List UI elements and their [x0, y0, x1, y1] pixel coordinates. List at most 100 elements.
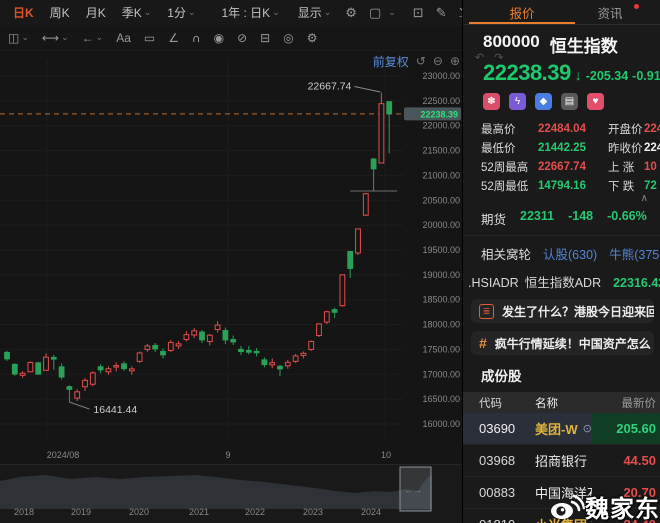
- delete-drawings-tool-icon[interactable]: ⊟: [260, 31, 270, 45]
- candlestick-chart[interactable]: 23000.0022500.0022000.0021500.0021000.00…: [0, 51, 462, 464]
- quote-body: ↶ ↷ 800000 恒生指数 22238.39 ↓ -205.34 -0.91…: [463, 25, 660, 523]
- text-tool-icon[interactable]: Aa: [116, 31, 131, 45]
- adr-code: .HSIADR: [468, 276, 519, 290]
- sticker-tool-icon[interactable]: ◉: [214, 31, 224, 45]
- measure-tool-icon[interactable]: ⟷⌄: [42, 31, 69, 45]
- table-row[interactable]: 03690 美团-W⊙ 205.60: [463, 413, 660, 445]
- stat-value-52w-high: 22667.74: [538, 161, 608, 173]
- zoom-out-icon[interactable]: ⊖: [433, 54, 443, 68]
- svg-text:22500.00: 22500.00: [422, 96, 460, 106]
- period-day-button[interactable]: 日K: [6, 4, 41, 21]
- stat-value-low: 21442.25: [538, 142, 608, 154]
- down-arrow-icon: ↓: [575, 67, 582, 83]
- collapse-chevron-icon[interactable]: ∧: [641, 193, 648, 204]
- doc-badge[interactable]: ▤: [561, 93, 578, 110]
- tag-badge[interactable]: ◆: [535, 93, 552, 110]
- tab-quote[interactable]: 报价: [469, 0, 575, 24]
- svg-text:19500.00: 19500.00: [422, 245, 460, 255]
- drawing-settings-tool-icon[interactable]: ⚙: [307, 31, 318, 45]
- bull-bear-link[interactable]: 牛熊(3753): [609, 244, 660, 263]
- topic-hash-icon: #: [479, 335, 487, 351]
- chevron-down-icon: ⌄: [144, 8, 152, 17]
- svg-text:2022: 2022: [245, 507, 265, 517]
- news-item[interactable]: # 疯牛行情延续！中国资产怎么: [471, 331, 654, 355]
- svg-text:19000.00: 19000.00: [422, 270, 460, 280]
- zoom-in-icon[interactable]: ⊕: [450, 54, 460, 68]
- svg-text:17500.00: 17500.00: [422, 344, 460, 354]
- svg-text:2024: 2024: [361, 507, 381, 517]
- svg-text:2020: 2020: [129, 507, 149, 517]
- range-period-selector[interactable]: 1年 : 日K⌄: [215, 4, 287, 21]
- line-arrow-tool-icon[interactable]: ←⌄: [82, 31, 104, 45]
- svg-text:2019: 2019: [71, 507, 91, 517]
- news-title: 疯牛行情延续！中国资产怎么: [495, 335, 651, 352]
- chart-style-tool-icon[interactable]: ◫⌄: [8, 31, 29, 45]
- stat-label: 最低价: [481, 140, 538, 156]
- svg-text:21500.00: 21500.00: [422, 145, 460, 155]
- adr-row[interactable]: .HSIADR 恒生指数ADR 22316.42: [468, 272, 660, 291]
- screenshot-icon[interactable]: ⊡: [408, 5, 429, 21]
- adr-name: 恒生指数ADR: [525, 272, 601, 291]
- table-row[interactable]: 03968 招商银行 44.50: [463, 445, 660, 477]
- futures-label: 期货: [481, 209, 506, 228]
- call-warrants-link[interactable]: 认股(630): [543, 244, 597, 263]
- draw-icon[interactable]: ✎: [431, 5, 452, 21]
- watermark-text: 魏家东: [585, 489, 660, 523]
- svg-text:22667.74: 22667.74: [308, 80, 352, 92]
- svg-text:22238.39: 22238.39: [420, 109, 458, 119]
- stat-value-prev-close: 22443.73: [644, 142, 660, 154]
- reset-zoom-icon[interactable]: ↺: [416, 54, 426, 68]
- stat-value-52w-low: 14794.16: [538, 180, 608, 192]
- display-dropdown[interactable]: 显示⌄: [291, 4, 339, 21]
- layout-icon[interactable]: ▢: [364, 5, 386, 21]
- chart-panel: 日K 周K 月K 季K⌄ 1分⌄ 1年 : 日K⌄ 显示⌄ ⚙ ▢ ⌄ ⊡ ✎ …: [0, 0, 462, 523]
- period-quarter-button[interactable]: 季K⌄: [115, 4, 159, 21]
- header-name: 名称: [535, 395, 592, 411]
- period-month-button[interactable]: 月K: [79, 4, 113, 21]
- hk-market-badge[interactable]: ✽: [483, 93, 500, 110]
- table-header: 代码 名称 最新价: [463, 392, 660, 413]
- adr-value: 22316.42: [613, 276, 660, 290]
- svg-text:22000.00: 22000.00: [422, 120, 460, 130]
- forward-icon[interactable]: ↷: [494, 51, 503, 64]
- magnet-tool-icon[interactable]: ∩: [192, 31, 201, 45]
- stat-value-advancers: 10: [644, 161, 660, 173]
- weibo-icon: [549, 493, 585, 521]
- quote-panel: 报价 资讯 ↶ ↷ 800000 恒生指数 22238.39 ↓ -205.34…: [462, 0, 660, 523]
- stats-grid: 最高价 22484.04 开盘价 22484.04 最低价 21442.25 昨…: [481, 119, 660, 195]
- svg-text:←→: ←→: [404, 485, 422, 495]
- stat-value-high: 22484.04: [538, 123, 608, 135]
- chevron-down-icon[interactable]: ⌄: [388, 8, 396, 17]
- warrants-row: 相关窝轮 认股(630) 牛熊(3753): [481, 244, 660, 263]
- svg-text:10: 10: [381, 450, 391, 460]
- period-1min-button[interactable]: 1分⌄: [160, 4, 202, 21]
- constituents-title: 成份股: [481, 365, 660, 385]
- chevron-down-icon: ⌄: [324, 8, 332, 17]
- forward-adjust-toggle[interactable]: 前复权: [373, 53, 409, 70]
- stat-value-open: 22484.04: [644, 123, 660, 135]
- header-price: 最新价: [592, 392, 660, 413]
- stat-label: 52周最低: [481, 178, 538, 194]
- trendline-tool-icon[interactable]: ∠: [168, 31, 179, 45]
- stat-label: 上 涨: [608, 159, 644, 175]
- back-icon[interactable]: ↶: [475, 51, 484, 64]
- trading-app-window: 日K 周K 月K 季K⌄ 1分⌄ 1年 : 日K⌄ 显示⌄ ⚙ ▢ ⌄ ⊡ ✎ …: [0, 0, 660, 523]
- compare-tool-icon[interactable]: ◎: [283, 31, 293, 45]
- period-week-button[interactable]: 周K: [43, 4, 77, 21]
- svg-text:20500.00: 20500.00: [422, 195, 460, 205]
- news-item[interactable]: ≣ 发生了什么？港股今日迎来回: [471, 299, 654, 323]
- favorite-badge[interactable]: ♥: [587, 93, 604, 110]
- futures-price: 22311: [520, 209, 554, 228]
- stat-label: 52周最高: [481, 159, 538, 175]
- chevron-down-icon: ⌄: [188, 8, 196, 17]
- kline-canvas[interactable]: 23000.0022500.0022000.0021500.0021000.00…: [0, 51, 462, 466]
- comment-tool-icon[interactable]: ▭: [144, 31, 155, 45]
- futures-pct: -0.66%: [607, 209, 647, 228]
- chart-settings-icon[interactable]: ⚙: [340, 5, 362, 21]
- tab-news[interactable]: 资讯: [575, 0, 645, 24]
- hide-drawings-tool-icon[interactable]: ⊘: [237, 31, 247, 45]
- futures-row[interactable]: 期货 22311 -148 -0.66%: [481, 209, 660, 228]
- time-navigator[interactable]: 2018201920202021202220232024←→: [0, 464, 462, 523]
- notification-dot: [634, 4, 639, 9]
- flash-badge[interactable]: ϟ: [509, 93, 526, 110]
